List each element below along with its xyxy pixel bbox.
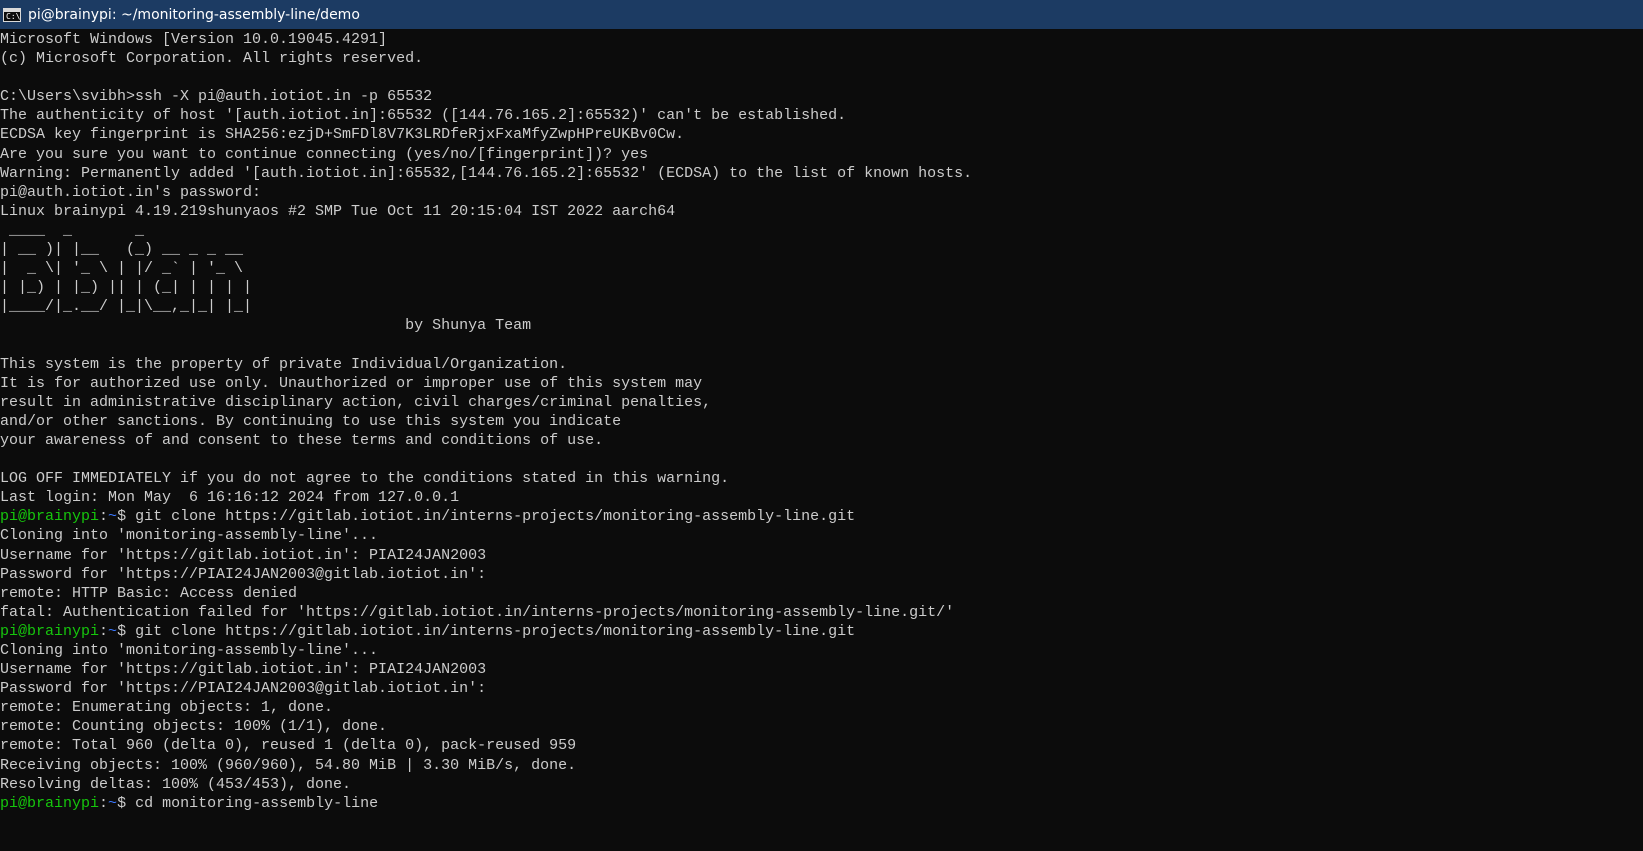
- terminal-line: remote: Counting objects: 100% (1/1), do…: [0, 718, 388, 736]
- terminal-line: ECDSA key fingerprint is SHA256:ezjD+SmF…: [0, 126, 685, 144]
- terminal-line: LOG OFF IMMEDIATELY if you do not agree …: [0, 470, 730, 488]
- prompt-path: ~: [108, 794, 118, 812]
- title-bar[interactable]: C:\ pi@brainypi: ~/monitoring-assembly-l…: [0, 0, 1643, 29]
- terminal-line: Cloning into 'monitoring-assembly-line'.…: [0, 527, 379, 545]
- prompt-separator: :: [99, 622, 109, 640]
- terminal-line: Password for 'https://PIAI24JAN2003@gitl…: [0, 565, 487, 583]
- terminal-line: Receiving objects: 100% (960/960), 54.80…: [0, 756, 577, 774]
- command-text: $ git clone https://gitlab.iotiot.in/int…: [117, 622, 856, 640]
- terminal-line: Cloning into 'monitoring-assembly-line'.…: [0, 642, 379, 659]
- terminal-line: The authenticity of host '[auth.iotiot.i…: [0, 107, 847, 125]
- terminal-output[interactable]: Microsoft Windows [Version 10.0.19045.42…: [0, 29, 1643, 851]
- terminal-icon[interactable]: C:\: [3, 7, 21, 22]
- terminal-line: ____ _ _: [0, 221, 145, 239]
- terminal-line: Password for 'https://PIAI24JAN2003@gitl…: [0, 680, 487, 698]
- prompt-separator: :: [99, 508, 109, 526]
- terminal-line: | _ \| '_ \ | |/ _` | '_ \: [0, 260, 244, 278]
- terminal-line: C:\Users\svibh>ssh -X pi@auth.iotiot.in …: [0, 88, 433, 106]
- prompt-line: pi@brainypi:~$ git clone https://gitlab.…: [0, 507, 1643, 526]
- window-title: pi@brainypi: ~/monitoring-assembly-line/…: [28, 6, 360, 23]
- terminal-line: Username for 'https://gitlab.iotiot.in':…: [0, 546, 487, 564]
- terminal-line: | |_) | |_) || | (_| | | | |: [0, 279, 253, 297]
- prompt-user: pi@brainypi: [0, 508, 100, 526]
- terminal-line: Are you sure you want to continue connec…: [0, 145, 649, 163]
- terminal-line: remote: Total 960 (delta 0), reused 1 (d…: [0, 737, 577, 755]
- terminal-line: by Shunya Team: [0, 317, 532, 335]
- terminal-line: Username for 'https://gitlab.iotiot.in':…: [0, 661, 487, 679]
- prompt-user: pi@brainypi: [0, 622, 100, 640]
- command-text: $ git clone https://gitlab.iotiot.in/int…: [117, 508, 856, 526]
- terminal-icon-glyph: C:\: [6, 11, 21, 21]
- prompt-user: pi@brainypi: [0, 794, 100, 812]
- terminal-line: fatal: Authentication failed for 'https:…: [0, 603, 955, 621]
- terminal-line: (c) Microsoft Corporation. All rights re…: [0, 50, 424, 68]
- prompt-separator: :: [99, 794, 109, 812]
- prompt-line: pi@brainypi:~$ git clone https://gitlab.…: [0, 622, 1643, 641]
- terminal-line: Last login: Mon May 6 16:16:12 2024 from…: [0, 489, 460, 507]
- command-text: $ cd monitoring-assembly-line: [117, 794, 379, 812]
- terminal-line: | __ )| |__ (_) __ _ _ __: [0, 241, 244, 259]
- prompt-path: ~: [108, 622, 118, 640]
- terminal-line: Linux brainypi 4.19.219shunyaos #2 SMP T…: [0, 202, 676, 220]
- terminal-line: Resolving deltas: 100% (453/453), done.: [0, 775, 352, 793]
- terminal-line: and/or other sanctions. By continuing to…: [0, 412, 622, 430]
- terminal-line: It is for authorized use only. Unauthori…: [0, 374, 703, 392]
- terminal-line: Microsoft Windows [Version 10.0.19045.42…: [0, 31, 388, 48]
- terminal-line: result in administrative disciplinary ac…: [0, 393, 712, 411]
- terminal-line: remote: HTTP Basic: Access denied: [0, 584, 298, 602]
- prompt-line: pi@brainypi:~$ cd monitoring-assembly-li…: [0, 794, 1643, 813]
- prompt-path: ~: [108, 508, 118, 526]
- terminal-line: Warning: Permanently added '[auth.iotiot…: [0, 164, 973, 182]
- terminal-line: pi@auth.iotiot.in's password:: [0, 183, 262, 201]
- terminal-line: |____/|_.__/ |_|\__,_|_| |_|: [0, 298, 253, 316]
- terminal-line: remote: Enumerating objects: 1, done.: [0, 699, 334, 717]
- terminal-line: your awareness of and consent to these t…: [0, 431, 604, 449]
- terminal-line: This system is the property of private I…: [0, 355, 568, 373]
- terminal-window: C:\ pi@brainypi: ~/monitoring-assembly-l…: [0, 0, 1643, 851]
